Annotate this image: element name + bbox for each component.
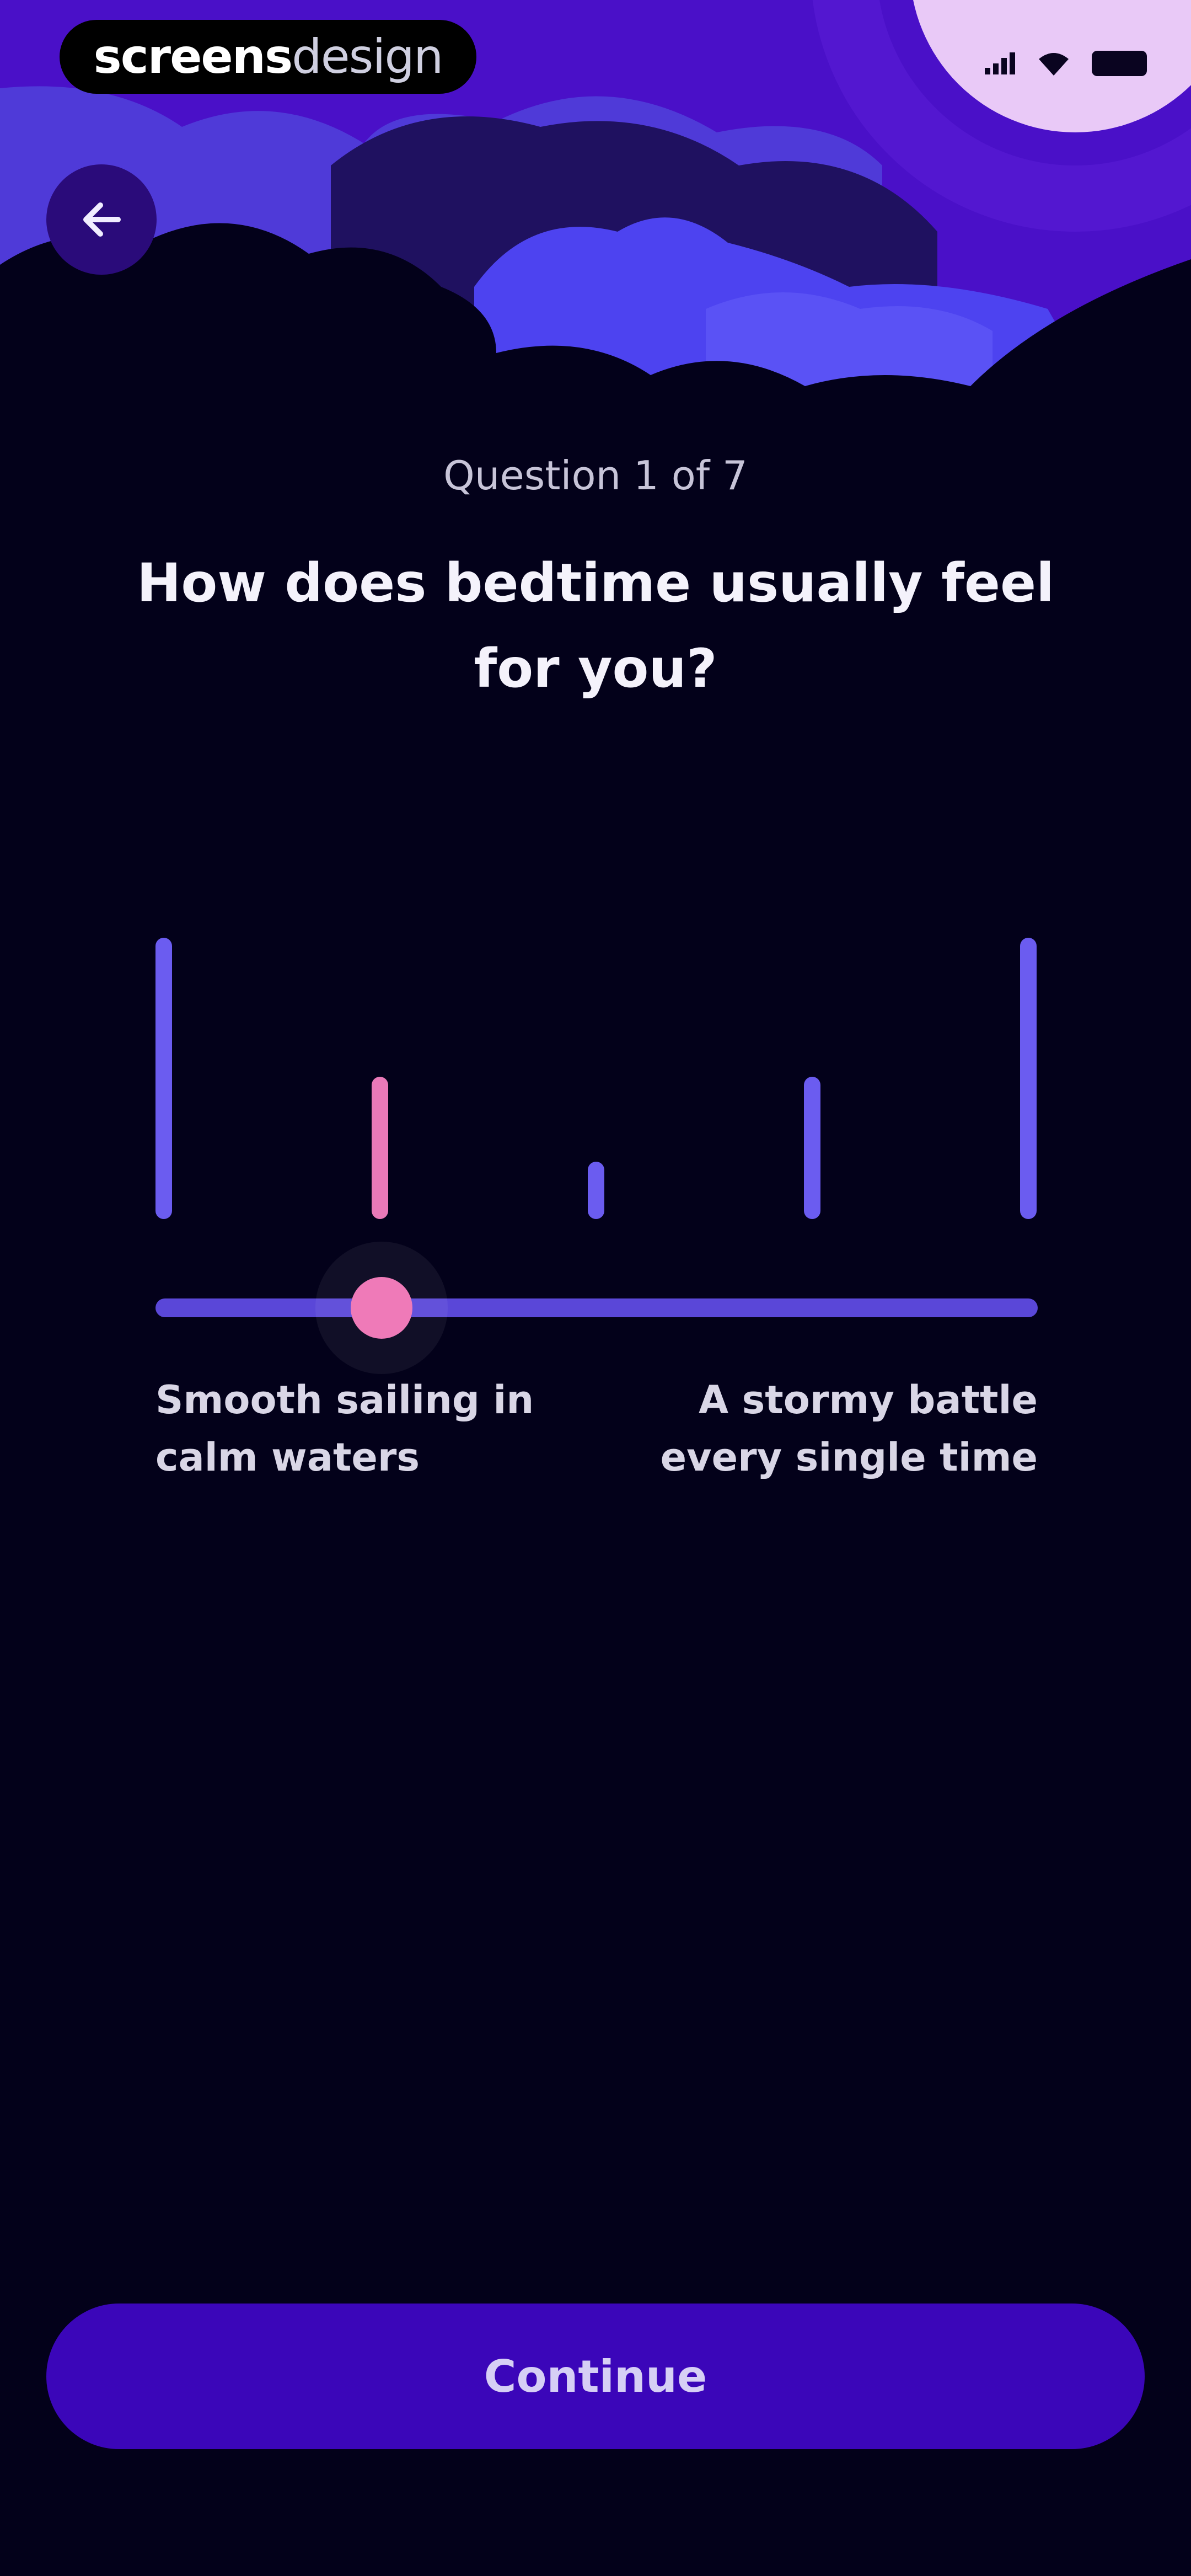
slider-step-bar-1[interactable] <box>155 938 172 1219</box>
back-button[interactable] <box>46 164 157 275</box>
slider-step-bar-2[interactable] <box>372 1077 388 1219</box>
continue-button[interactable]: Continue <box>46 2304 1145 2449</box>
slider-thumb[interactable] <box>351 1277 412 1339</box>
slider-step-bar-4[interactable] <box>804 1077 820 1219</box>
slider-left-label: Smooth sailing in calm waters <box>155 1377 534 1480</box>
question-title: How does bedtime usually feel for you? <box>137 552 1054 699</box>
watermark-light-text: design <box>292 29 443 84</box>
watermark-bold-text: screens <box>93 29 293 84</box>
screensdesign-watermark: screens design <box>60 20 476 94</box>
battery-icon <box>1092 51 1147 76</box>
slider-level-bars <box>0 938 1191 1225</box>
wifi-icon <box>1039 53 1069 76</box>
question-progress-label: Question 1 of 7 <box>443 452 748 499</box>
slider-step-bar-3[interactable] <box>588 1162 604 1219</box>
signal-icon <box>985 52 1015 74</box>
slider-right-label: A stormy battle every single time <box>660 1377 1038 1480</box>
slider-step-bar-5[interactable] <box>1020 938 1037 1219</box>
arrow-left-icon <box>83 202 121 237</box>
status-bar <box>985 51 1147 76</box>
app-screen: screens design Question 1 of 7 How does b… <box>0 0 1191 2576</box>
bedtime-feeling-slider-track[interactable] <box>155 1298 1038 1317</box>
